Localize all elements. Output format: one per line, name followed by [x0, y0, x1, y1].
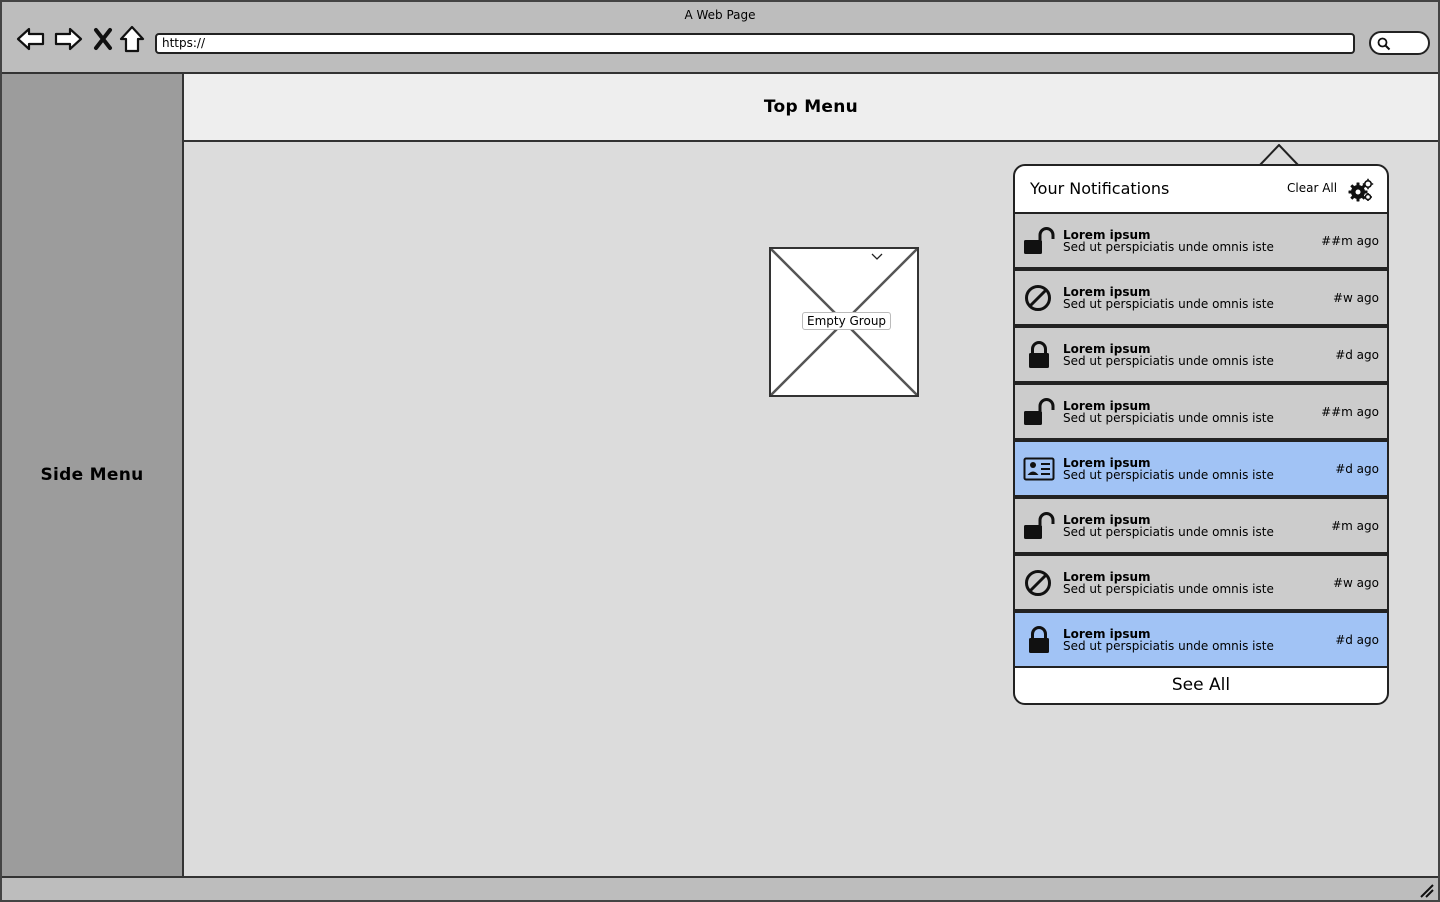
- ban-icon: [1025, 285, 1051, 311]
- notification-item-highlighted[interactable]: Lorem ipsum Sed ut perspiciatis unde omn…: [1015, 440, 1387, 497]
- notification-time: #d ago: [1335, 348, 1379, 362]
- notification-text: Sed ut perspiciatis unde omnis iste: [1063, 582, 1274, 596]
- search-icon: [1377, 37, 1391, 51]
- forward-arrow-icon[interactable]: [53, 24, 83, 54]
- empty-group-placeholder[interactable]: Empty Group: [769, 247, 919, 397]
- top-menu-label: Top Menu: [763, 97, 859, 117]
- notification-item[interactable]: Lorem ipsum Sed ut perspiciatis unde omn…: [1015, 326, 1387, 383]
- notification-item[interactable]: Lorem ipsum Sed ut perspiciatis unde omn…: [1015, 497, 1387, 554]
- empty-group-label: Empty Group: [802, 312, 892, 330]
- unlock-icon: [1024, 398, 1055, 425]
- notification-text: Sed ut perspiciatis unde omnis iste: [1063, 525, 1274, 539]
- notification-item[interactable]: Lorem ipsum Sed ut perspiciatis unde omn…: [1015, 269, 1387, 326]
- notification-time: #m ago: [1331, 519, 1379, 533]
- status-bar: [2, 876, 1438, 900]
- window-title: A Web Page: [684, 8, 756, 22]
- see-all-button[interactable]: See All: [1015, 668, 1387, 703]
- back-arrow-icon[interactable]: [16, 24, 46, 54]
- home-icon[interactable]: [117, 24, 147, 54]
- notification-text: Sed ut perspiciatis unde omnis iste: [1063, 354, 1274, 368]
- notification-text: Sed ut perspiciatis unde omnis iste: [1063, 639, 1274, 653]
- side-menu-label: Side Menu: [40, 465, 144, 485]
- notification-text: Sed ut perspiciatis unde omnis iste: [1063, 297, 1274, 311]
- unlock-icon: [1024, 227, 1055, 254]
- notification-item[interactable]: Lorem ipsum Sed ut perspiciatis unde omn…: [1015, 383, 1387, 440]
- close-x-icon[interactable]: [89, 24, 119, 54]
- notification-time: ##m ago: [1321, 234, 1379, 248]
- notification-time: ##m ago: [1321, 405, 1379, 419]
- notification-time: #d ago: [1335, 633, 1379, 647]
- browser-search-field[interactable]: [1369, 31, 1430, 55]
- notification-time: #d ago: [1335, 462, 1379, 476]
- notification-text: Sed ut perspiciatis unde omnis iste: [1063, 411, 1274, 425]
- notification-item[interactable]: Lorem ipsum Sed ut perspiciatis unde omn…: [1015, 212, 1387, 269]
- notification-time: #w ago: [1333, 291, 1379, 305]
- resize-grip-icon[interactable]: [1418, 882, 1434, 898]
- notifications-panel: Your Notifications Clear All Lorem ipsum…: [1013, 164, 1389, 705]
- side-menu[interactable]: Side Menu: [2, 74, 184, 876]
- lock-icon: [1029, 626, 1049, 653]
- notifications-title: Your Notifications: [1030, 179, 1170, 198]
- url-input[interactable]: https://: [155, 33, 1355, 54]
- chevron-down-icon[interactable]: [871, 253, 883, 261]
- notification-time: #w ago: [1333, 576, 1379, 590]
- top-menu[interactable]: Top Menu: [184, 74, 1438, 142]
- notifications-header: Your Notifications Clear All: [1015, 166, 1387, 212]
- notification-item[interactable]: Lorem ipsum Sed ut perspiciatis unde omn…: [1015, 554, 1387, 611]
- notification-item-highlighted[interactable]: Lorem ipsum Sed ut perspiciatis unde omn…: [1015, 611, 1387, 668]
- notification-text: Sed ut perspiciatis unde omnis iste: [1063, 468, 1274, 482]
- unlock-icon: [1024, 512, 1055, 539]
- id-card-icon: [1023, 457, 1055, 481]
- browser-toolbar: A Web Page https://: [2, 2, 1438, 74]
- lock-icon: [1029, 341, 1049, 368]
- gears-icon[interactable]: [1348, 178, 1374, 202]
- ban-icon: [1025, 570, 1051, 596]
- notification-text: Sed ut perspiciatis unde omnis iste: [1063, 240, 1274, 254]
- notifications-list: Lorem ipsum Sed ut perspiciatis unde omn…: [1015, 212, 1387, 668]
- clear-all-button[interactable]: Clear All: [1287, 181, 1337, 195]
